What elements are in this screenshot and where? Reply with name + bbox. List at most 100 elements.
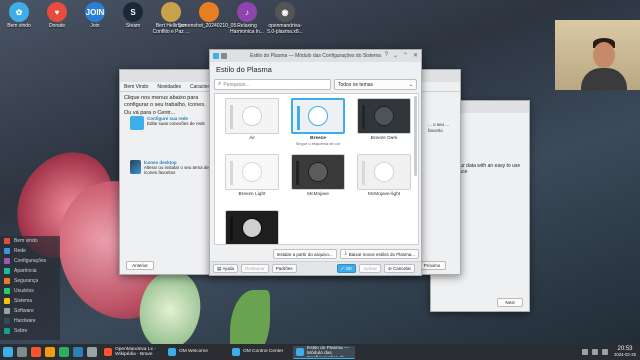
title-bar[interactable]: Estilo do Plasma — Módulo das Configuraç… (210, 50, 421, 62)
desktop-app-icon: ♪ (237, 2, 257, 22)
help-button[interactable]: ▤ Ajuda (213, 264, 239, 273)
clock-date: 2024-02-25 (614, 351, 636, 357)
sidebar-item[interactable]: Sistema (0, 296, 60, 306)
theme-name: Air (249, 136, 255, 141)
apply-button[interactable]: Aplicar (359, 264, 381, 273)
task-label: OpenMandriva Lx - Wikipédia - Brave (115, 346, 156, 357)
theme-tile[interactable]: Breeze Segue o esquema de cor (287, 98, 349, 146)
help-icon[interactable]: ? (385, 52, 388, 59)
task-app-icon (168, 348, 176, 356)
theme-preview (357, 98, 411, 134)
desktop-app-icon: ♥ (47, 2, 67, 22)
window-title: Estilo do Plasma — Módulo das Configuraç… (250, 53, 381, 59)
feature-icons[interactable]: Ícones desktop Alterar ou instalar o seu… (130, 160, 220, 175)
desktop-icon[interactable]: ◉ openmandriva-5.0-plasma.x8... (266, 2, 304, 35)
pin-icon[interactable] (221, 53, 227, 59)
dialog-header: Estilo do Plasma (216, 64, 272, 74)
feature-network[interactable]: Configure sua rede Edite suas conexões d… (130, 116, 220, 130)
network-tray-icon[interactable] (582, 349, 589, 355)
desktop-icons-icon (130, 160, 141, 174)
desktop-icon[interactable]: ♥ Donate (38, 2, 76, 35)
theme-name: McMojave (307, 192, 329, 197)
store-icon[interactable] (59, 347, 69, 357)
terminal-icon[interactable] (73, 347, 83, 357)
sidebar-item-icon (4, 248, 10, 254)
search-placeholder: Pesquisar... (223, 81, 250, 88)
theme-tile[interactable]: Breeze Dark (353, 98, 415, 141)
get-new-styles-button[interactable]: ⇩ Baixar novos estilos do Plasma... (339, 249, 419, 259)
desktop-app-icon: ✿ (9, 2, 29, 22)
files-icon[interactable] (45, 347, 55, 357)
plasma-style-dialog: Estilo do Plasma — Módulo das Configuraç… (209, 49, 422, 276)
taskbar-task[interactable]: Estilo do Plasma — Módulo das Configuraç… (293, 345, 355, 359)
sidebar-item-icon (4, 328, 10, 334)
taskbar-task[interactable]: OM Control Center (229, 346, 291, 359)
desktop-icon[interactable]: ♪ Relaxing Harmonica In... (228, 2, 266, 35)
sidebar-item[interactable]: Configurações (0, 256, 60, 266)
search-icon: ⌕ (218, 81, 222, 87)
sidebar-item[interactable]: Bem vindo (0, 236, 60, 246)
desktop-icon[interactable]: Bert Hellinger Conflito e Paz ... (152, 2, 190, 35)
sidebar-item-label: Aparência (14, 268, 37, 274)
tab-novidades[interactable]: Novidades (157, 84, 181, 90)
next-button[interactable]: Próximo (418, 261, 446, 270)
clock-widget-icon (242, 162, 262, 182)
desktop-icon[interactable]: ✿ Bem vindo (0, 2, 38, 35)
sidebar-item-icon (4, 318, 10, 324)
theme-tile[interactable]: McMojave-light (353, 154, 415, 197)
defaults-button[interactable]: Padrões (271, 264, 297, 273)
taskbar-task[interactable]: OpenMandriva Lx - Wikipédia - Brave (101, 346, 163, 359)
sidebar-item[interactable]: Usuários (0, 286, 60, 296)
theme-preview (291, 98, 345, 134)
clock-widget-icon (374, 106, 394, 126)
sidebar-item-label: Hardware (14, 318, 36, 324)
theme-tile[interactable]: McMojave (287, 154, 349, 197)
volume-icon[interactable] (592, 349, 599, 355)
clock[interactable]: 20:53 2024-02-25 (614, 346, 636, 357)
sidebar-item-label: Sistema (14, 298, 33, 304)
ok-label: OK (345, 266, 353, 271)
cancel-button[interactable]: ⊘ Cancelar (383, 264, 415, 273)
tab-bem-vindo[interactable]: Bem Vindo (124, 84, 148, 90)
desktop-icon[interactable]: S Steam (114, 2, 152, 35)
clipboard-icon[interactable] (602, 349, 609, 355)
network-icon (130, 116, 144, 130)
theme-subtitle: Segue o esquema de cor (295, 141, 341, 146)
taskbar-task[interactable]: OM Welcome (165, 346, 227, 359)
sidebar-item[interactable]: Aparência (0, 266, 60, 276)
reset-button[interactable]: Restaurar (241, 264, 269, 273)
theme-tile[interactable]: Breeze Light (221, 154, 283, 197)
ok-button[interactable]: ✓ OK (336, 264, 357, 273)
sidebar-item[interactable]: Software (0, 306, 60, 316)
sidebar-item[interactable]: Rede (0, 246, 60, 256)
install-from-file-button[interactable]: Instalar a partir do arquivo... (272, 249, 337, 259)
theme-preview (225, 154, 279, 190)
get-new-label: Baixar novos estilos do Plasma... (348, 251, 415, 257)
desktop-icon[interactable]: JOIN Join (76, 2, 114, 35)
sidebar-item[interactable]: Segurança (0, 276, 60, 286)
maximize-icon[interactable]: ⌃ (403, 52, 408, 59)
theme-filter-select[interactable]: Todos os temas ⌄ (334, 79, 417, 90)
install-from-file-label: Instalar a partir do arquivo... (276, 251, 333, 257)
launchers (0, 347, 101, 357)
sidebar-item[interactable]: Sobre (0, 326, 60, 336)
settings-icon[interactable] (87, 347, 97, 357)
browser-icon[interactable] (31, 347, 41, 357)
search-input[interactable]: ⌕ Pesquisar... (214, 79, 331, 90)
app-menu-icon[interactable] (3, 347, 13, 357)
desktop-icon[interactable]: Screenshot_20240210_05... (178, 2, 240, 35)
pager-icon[interactable] (17, 347, 27, 357)
sidebar-item-icon (4, 288, 10, 294)
back-button[interactable]: Anterior (126, 261, 154, 270)
dialog-button-row: ▤ Ajuda Restaurar Padrões ✓ OK Aplicar ⊘… (210, 261, 421, 275)
next-button[interactable]: Next (497, 298, 523, 307)
close-icon[interactable]: ✕ (413, 52, 418, 59)
theme-tile[interactable]: Oxygen (221, 210, 283, 244)
cancel-label: Cancelar (392, 266, 411, 271)
minimize-icon[interactable]: ⌄ (393, 52, 398, 59)
desktop-app-icon: S (123, 2, 143, 22)
task-app-icon (296, 347, 304, 356)
theme-tile[interactable]: Air (221, 98, 283, 141)
sidebar-item[interactable]: Hardware (0, 316, 60, 326)
sidebar-item-label: Usuários (14, 288, 34, 294)
